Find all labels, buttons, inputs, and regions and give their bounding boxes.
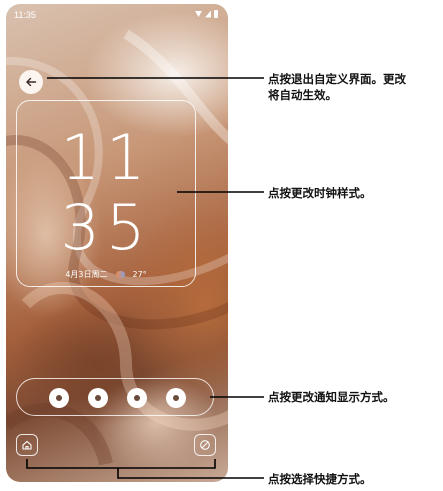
status-icons: [195, 10, 218, 18]
no-entry-icon: [200, 440, 210, 450]
temperature-label: 27°: [132, 270, 147, 279]
clock-hour: 11: [60, 121, 152, 194]
home-shortcut-button[interactable]: [16, 434, 38, 456]
phone-screen: 11:35 11 35 4月3日周二 27°: [6, 4, 228, 482]
status-time: 11:35: [14, 10, 36, 20]
signal-icon: [205, 10, 211, 18]
callout-shortcuts: 点按选择快捷方式。: [268, 472, 372, 486]
clock-minute: 35: [60, 191, 152, 264]
clock-frame[interactable]: 11 35 4月3日周二 27°: [16, 100, 196, 287]
date-label: 4月3日周二: [65, 270, 108, 279]
arrow-left-icon: [26, 77, 37, 87]
callout-back-line2: 将自动生效。: [268, 88, 337, 102]
disabled-shortcut-button[interactable]: [194, 434, 216, 456]
back-button[interactable]: [19, 70, 43, 94]
wifi-icon: [195, 11, 202, 17]
callout-back: 点按退出自定义界面。更改 将自动生效。: [268, 71, 406, 103]
weather-icon: [115, 271, 125, 278]
notification-icon: [88, 388, 108, 408]
date-weather-row: 4月3日周二 27°: [17, 269, 195, 280]
notification-style-pill[interactable]: [16, 378, 214, 416]
home-icon: [22, 440, 32, 450]
callout-clock-style: 点按更改时钟样式。: [268, 186, 372, 200]
callout-back-line1: 点按退出自定义界面。更改: [268, 72, 406, 86]
notification-icon: [49, 388, 69, 408]
callout-notification-style: 点按更改通知显示方式。: [268, 390, 395, 404]
notification-icon: [127, 388, 147, 408]
battery-icon: [214, 10, 218, 18]
notification-icon: [166, 388, 186, 408]
